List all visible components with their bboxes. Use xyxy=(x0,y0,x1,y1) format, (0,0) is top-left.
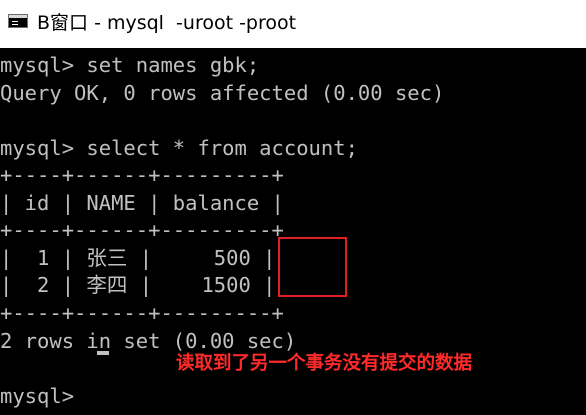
text-cursor xyxy=(97,351,109,355)
title-bar[interactable]: B窗口 - mysql -uroot -proot xyxy=(0,0,586,48)
terminal-window: B窗口 - mysql -uroot -proot mysql> set nam… xyxy=(0,0,586,415)
console-line-row-count: 2 rows in set (0.00 sec) xyxy=(0,329,297,353)
annotation-dirty-read: 读取到了另一个事务没有提交的数据 xyxy=(176,353,473,374)
table-border-bottom: +----+------+---------+ xyxy=(0,301,284,325)
table-border-top: +----+------+---------+ xyxy=(0,163,284,187)
console-line-command-select: mysql> select * from account; xyxy=(0,136,358,160)
balance-highlight-box xyxy=(278,237,347,297)
console-window-icon xyxy=(8,14,28,28)
table-row: | 2 | 李四 | 1500 | xyxy=(0,273,276,297)
table-row: | 1 | 张三 | 500 | xyxy=(0,246,276,270)
table-header-row: | id | NAME | balance | xyxy=(0,191,284,215)
console-prompt[interactable]: mysql> xyxy=(0,383,86,409)
console-line-query-ok: Query OK, 0 rows affected (0.00 sec) xyxy=(0,81,445,105)
window-title: B窗口 - mysql -uroot -proot xyxy=(37,12,297,34)
table-border-header: +----+------+---------+ xyxy=(0,218,284,242)
console-line-command-set-names: mysql> set names gbk; xyxy=(0,53,260,77)
